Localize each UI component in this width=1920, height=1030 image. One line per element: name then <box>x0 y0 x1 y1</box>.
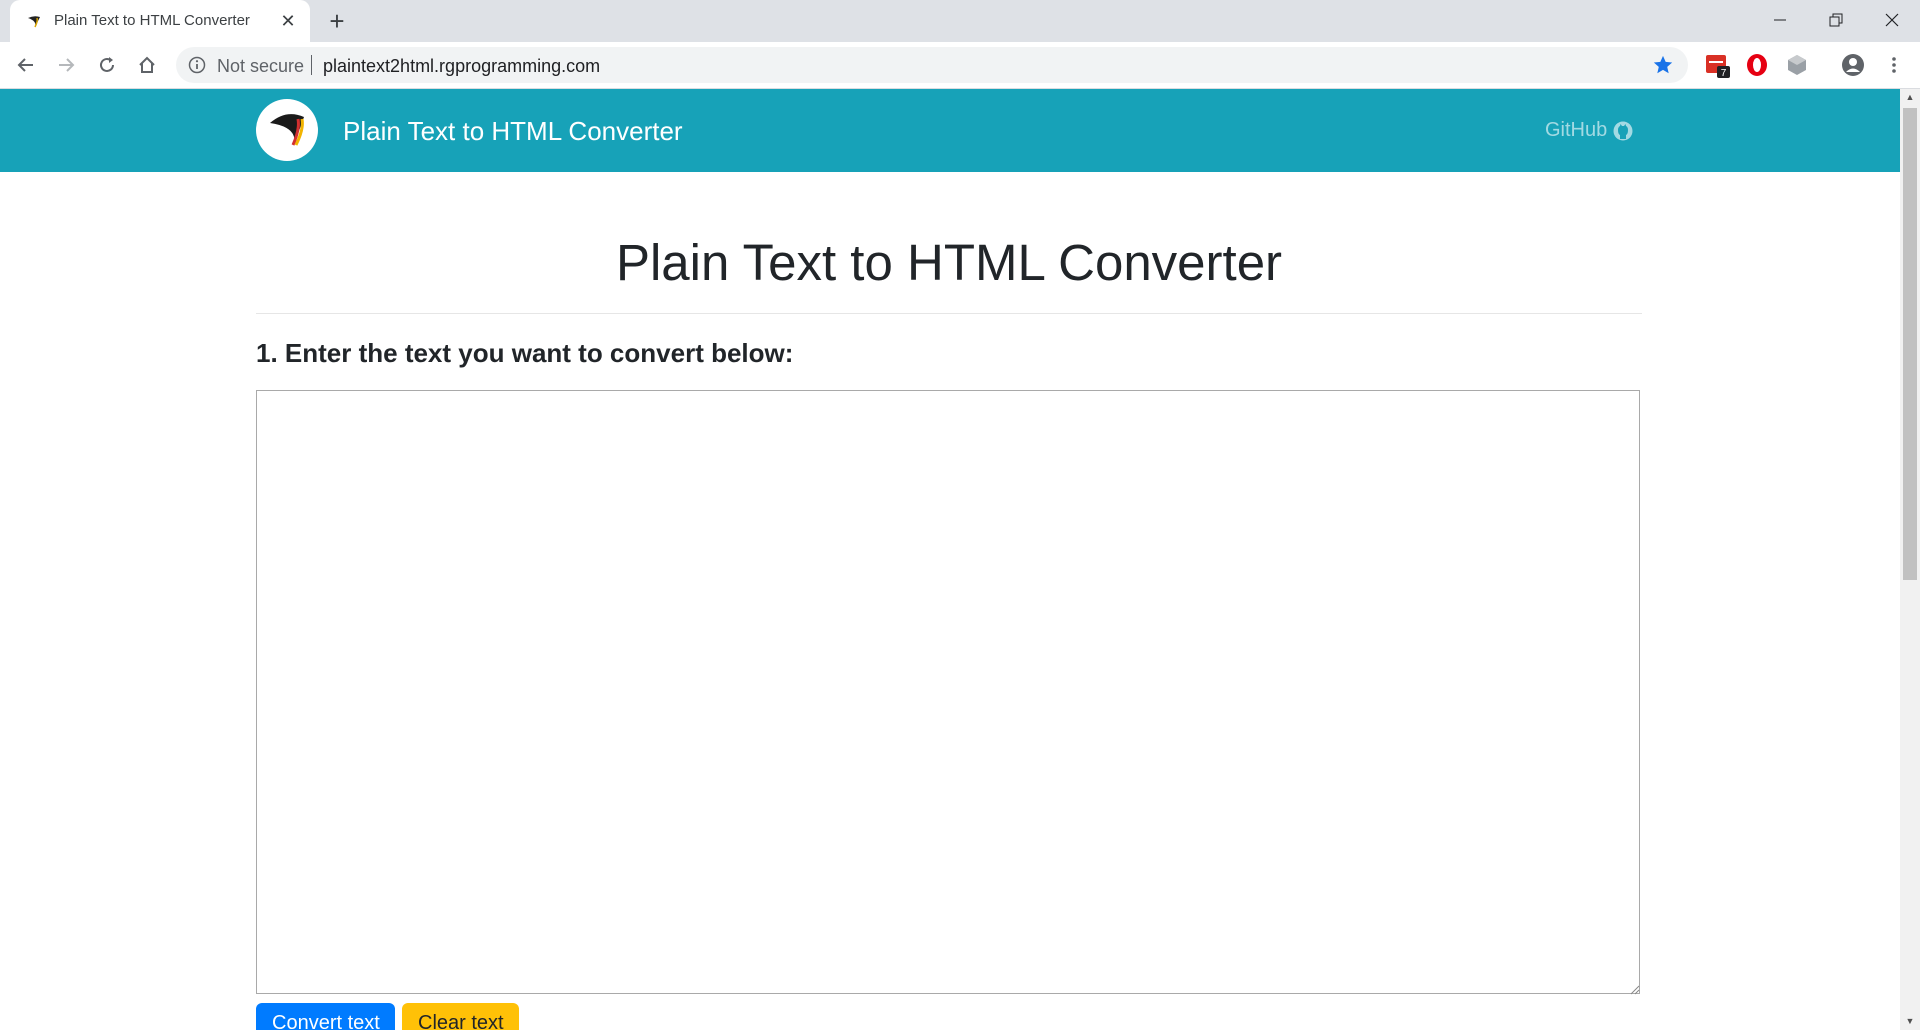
text-input-area[interactable] <box>256 390 1640 994</box>
tab-title: Plain Text to HTML Converter <box>54 12 250 29</box>
minimize-icon[interactable] <box>1752 0 1808 40</box>
info-icon[interactable] <box>188 56 206 74</box>
browser-toolbar: Not secure plaintext2html.rgprogramming.… <box>0 42 1920 89</box>
site-favicon-icon <box>28 16 40 28</box>
resize-grip-icon[interactable] <box>1628 983 1640 995</box>
scroll-down-arrow-icon[interactable]: ▼ <box>1900 1013 1920 1030</box>
browser-tab[interactable]: Plain Text to HTML Converter ✕ <box>10 0 310 42</box>
divider <box>256 313 1642 314</box>
menu-kebab-icon[interactable] <box>1881 52 1907 78</box>
security-label: Not secure <box>217 56 305 76</box>
address-bar[interactable]: Not secure plaintext2html.rgprogramming.… <box>176 47 1688 83</box>
tab-close-icon[interactable]: ✕ <box>276 9 300 33</box>
restore-icon[interactable] <box>1808 0 1864 40</box>
new-tab-icon[interactable]: + <box>322 7 352 37</box>
scroll-up-arrow-icon[interactable]: ▲ <box>1900 89 1920 106</box>
home-icon[interactable] <box>131 49 163 81</box>
step1-heading: 1. Enter the text you want to convert be… <box>256 338 794 368</box>
page-title: Plain Text to HTML Converter <box>615 234 1283 291</box>
site-logo[interactable] <box>256 99 318 161</box>
forward-arrow-icon[interactable] <box>50 49 82 81</box>
github-link[interactable]: GitHub <box>1545 119 1633 142</box>
calendar-extension-icon[interactable]: 7 <box>1705 52 1731 78</box>
bookmark-star-icon[interactable] <box>1652 54 1674 76</box>
web-page: Plain Text to HTML Converter GitHub Plai… <box>0 89 1900 1030</box>
shield-extension-icon[interactable] <box>1784 52 1810 78</box>
clear-button[interactable]: Clear text <box>402 1003 519 1030</box>
close-window-icon[interactable] <box>1864 0 1920 40</box>
opera-extension-icon[interactable] <box>1744 52 1770 78</box>
divider <box>311 55 312 75</box>
profile-avatar-icon[interactable] <box>1840 52 1866 78</box>
reload-icon[interactable] <box>91 49 123 81</box>
convert-button[interactable]: Convert text <box>256 1003 395 1030</box>
back-arrow-icon[interactable] <box>10 49 42 81</box>
scrollbar-thumb[interactable] <box>1903 108 1917 580</box>
url-text[interactable]: plaintext2html.rgprogramming.com <box>323 56 600 77</box>
site-navbar: Plain Text to HTML Converter GitHub <box>0 89 1900 172</box>
vertical-scrollbar[interactable]: ▲ ▼ <box>1900 89 1920 1030</box>
github-icon <box>1613 121 1633 140</box>
github-label: GitHub <box>1545 119 1608 141</box>
navbar-brand[interactable]: Plain Text to HTML Converter <box>343 116 683 147</box>
extension-badge: 7 <box>1721 68 1727 78</box>
tab-strip: Plain Text to HTML Converter ✕ + <box>0 0 1920 42</box>
